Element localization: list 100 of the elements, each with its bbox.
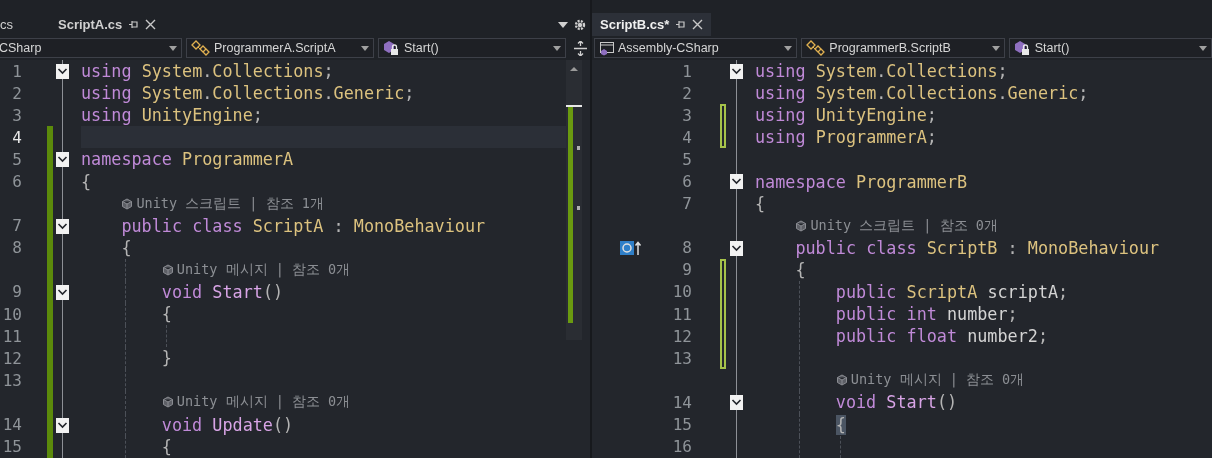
split-icon[interactable]: [573, 40, 587, 56]
collapse-icon[interactable]: [56, 417, 69, 433]
line-number: 12: [672, 326, 692, 346]
line-number: 15: [2, 437, 22, 457]
codelens-hint[interactable]: Unity 메시지 | 참조 0개: [850, 371, 1025, 390]
navigation-dropdown[interactable]: Start(): [1008, 38, 1212, 58]
close-icon[interactable]: [145, 19, 157, 30]
code-line: void Start(): [835, 392, 958, 413]
code-line: namespace ProgrammerB: [755, 171, 968, 192]
line-number: 8: [682, 238, 692, 258]
collapse-icon[interactable]: [56, 218, 69, 234]
pin-icon[interactable]: [675, 19, 687, 30]
code-line: using System.Collections.Generic;: [81, 83, 415, 104]
file-tab[interactable]: ScriptB.cs*: [592, 13, 712, 36]
code-line: using UnityEngine;: [81, 105, 263, 126]
collapse-icon[interactable]: [730, 240, 743, 256]
line-number: 6: [12, 172, 22, 191]
file-tab[interactable]: ScriptA.cs: [50, 13, 165, 36]
code-line: public float number2;: [835, 326, 1048, 347]
line-number: 13: [672, 348, 692, 368]
collapse-icon[interactable]: [730, 174, 743, 190]
settings-icon[interactable]: [574, 18, 586, 31]
method-lock-icon: [383, 40, 401, 56]
caret-icon: [553, 45, 561, 51]
line-number: 2: [682, 83, 692, 103]
line-number: 10: [672, 282, 692, 302]
code-line: public class ScriptB : MonoBehaviour: [795, 237, 1160, 258]
line-number: 14: [2, 415, 22, 435]
codelens-hint[interactable]: Unity 메시지 | 참조 0개: [176, 393, 351, 412]
code-line: {: [161, 436, 172, 457]
line-number: 8: [12, 238, 22, 258]
caret-icon: [991, 45, 1000, 51]
caret-icon: [169, 45, 177, 51]
caret-icon: [784, 45, 793, 51]
line-number: 5: [12, 149, 22, 169]
code-line: }: [161, 348, 172, 369]
collapse-icon[interactable]: [730, 64, 743, 79]
line-number: 16: [672, 437, 692, 457]
code-line: public int number;: [835, 304, 1018, 325]
implementation-glyph-icon[interactable]: [620, 239, 642, 256]
file-tab[interactable]: cs: [0, 13, 50, 36]
codelens-hint[interactable]: Unity 메시지 | 참조 0개: [176, 260, 351, 279]
code-line: {: [81, 171, 92, 192]
line-number: 3: [12, 105, 22, 125]
cube-icon: [795, 219, 808, 232]
code-line: public class ScriptA : MonoBehaviour: [121, 215, 486, 236]
collapse-icon[interactable]: [730, 395, 743, 411]
navigation-dropdown[interactable]: Assembly-CSharp: [594, 38, 798, 58]
cube-icon: [161, 263, 174, 276]
cube-icon: [835, 374, 848, 387]
line-number: 4: [12, 127, 22, 147]
method-lock-icon: [1013, 40, 1032, 56]
pin-icon[interactable]: [128, 19, 140, 30]
navigation-dropdown[interactable]: ProgrammerA.ScriptA: [186, 38, 374, 58]
line-number: 9: [682, 260, 692, 280]
cube-icon: [161, 396, 174, 409]
code-line: using System.Collections.Generic;: [755, 83, 1089, 104]
line-number: 1: [682, 61, 692, 81]
caret-icon: [1199, 45, 1207, 51]
navigation-dropdown[interactable]: CSharp: [0, 38, 182, 58]
navigation-dropdown[interactable]: Start(): [378, 38, 566, 58]
code-line: using ProgrammerA;: [755, 127, 937, 148]
code-line: public ScriptA scriptA;: [835, 282, 1069, 302]
code-line: {: [121, 237, 132, 258]
close-icon[interactable]: [692, 19, 704, 30]
class-icon: [806, 40, 827, 56]
codelens-hint[interactable]: Unity 스크립트 | 참조 0개: [810, 216, 998, 235]
line-number: 13: [2, 370, 22, 390]
line-number: 11: [2, 326, 22, 346]
codelens-hint[interactable]: Unity 스크립트 | 참조 1개: [136, 194, 324, 213]
cube-icon: [121, 197, 134, 210]
code-line: namespace ProgrammerA: [81, 149, 294, 170]
project-icon: [599, 40, 615, 56]
line-number: 1: [12, 61, 22, 81]
code-line: {: [795, 259, 806, 280]
line-number: 4: [682, 127, 692, 147]
line-number: 3: [682, 105, 692, 125]
line-number: 7: [12, 216, 22, 236]
line-number: 6: [682, 172, 692, 191]
line-number: 14: [672, 392, 692, 412]
line-number: 9: [12, 282, 22, 302]
code-line: {: [161, 304, 172, 325]
line-number: 15: [672, 415, 692, 435]
line-number: 10: [2, 304, 22, 324]
line-number: 7: [682, 194, 692, 214]
line-number: 2: [12, 83, 22, 103]
class-icon: [191, 40, 211, 56]
navigation-dropdown[interactable]: ProgrammerB.ScriptB: [801, 38, 1005, 58]
line-number: 11: [672, 304, 692, 324]
line-number: 12: [2, 348, 22, 368]
code-line: using UnityEngine;: [755, 105, 937, 126]
code-line: void Update(): [161, 414, 294, 435]
collapse-icon[interactable]: [56, 64, 69, 79]
dropdown-caret-icon[interactable]: [558, 21, 568, 28]
collapse-icon[interactable]: [56, 152, 69, 168]
collapse-icon[interactable]: [56, 284, 69, 300]
code-line: void Start(): [161, 282, 284, 302]
code-line: {: [755, 193, 766, 214]
code-line: using System.Collections;: [755, 61, 1008, 82]
line-number: 5: [682, 149, 692, 169]
